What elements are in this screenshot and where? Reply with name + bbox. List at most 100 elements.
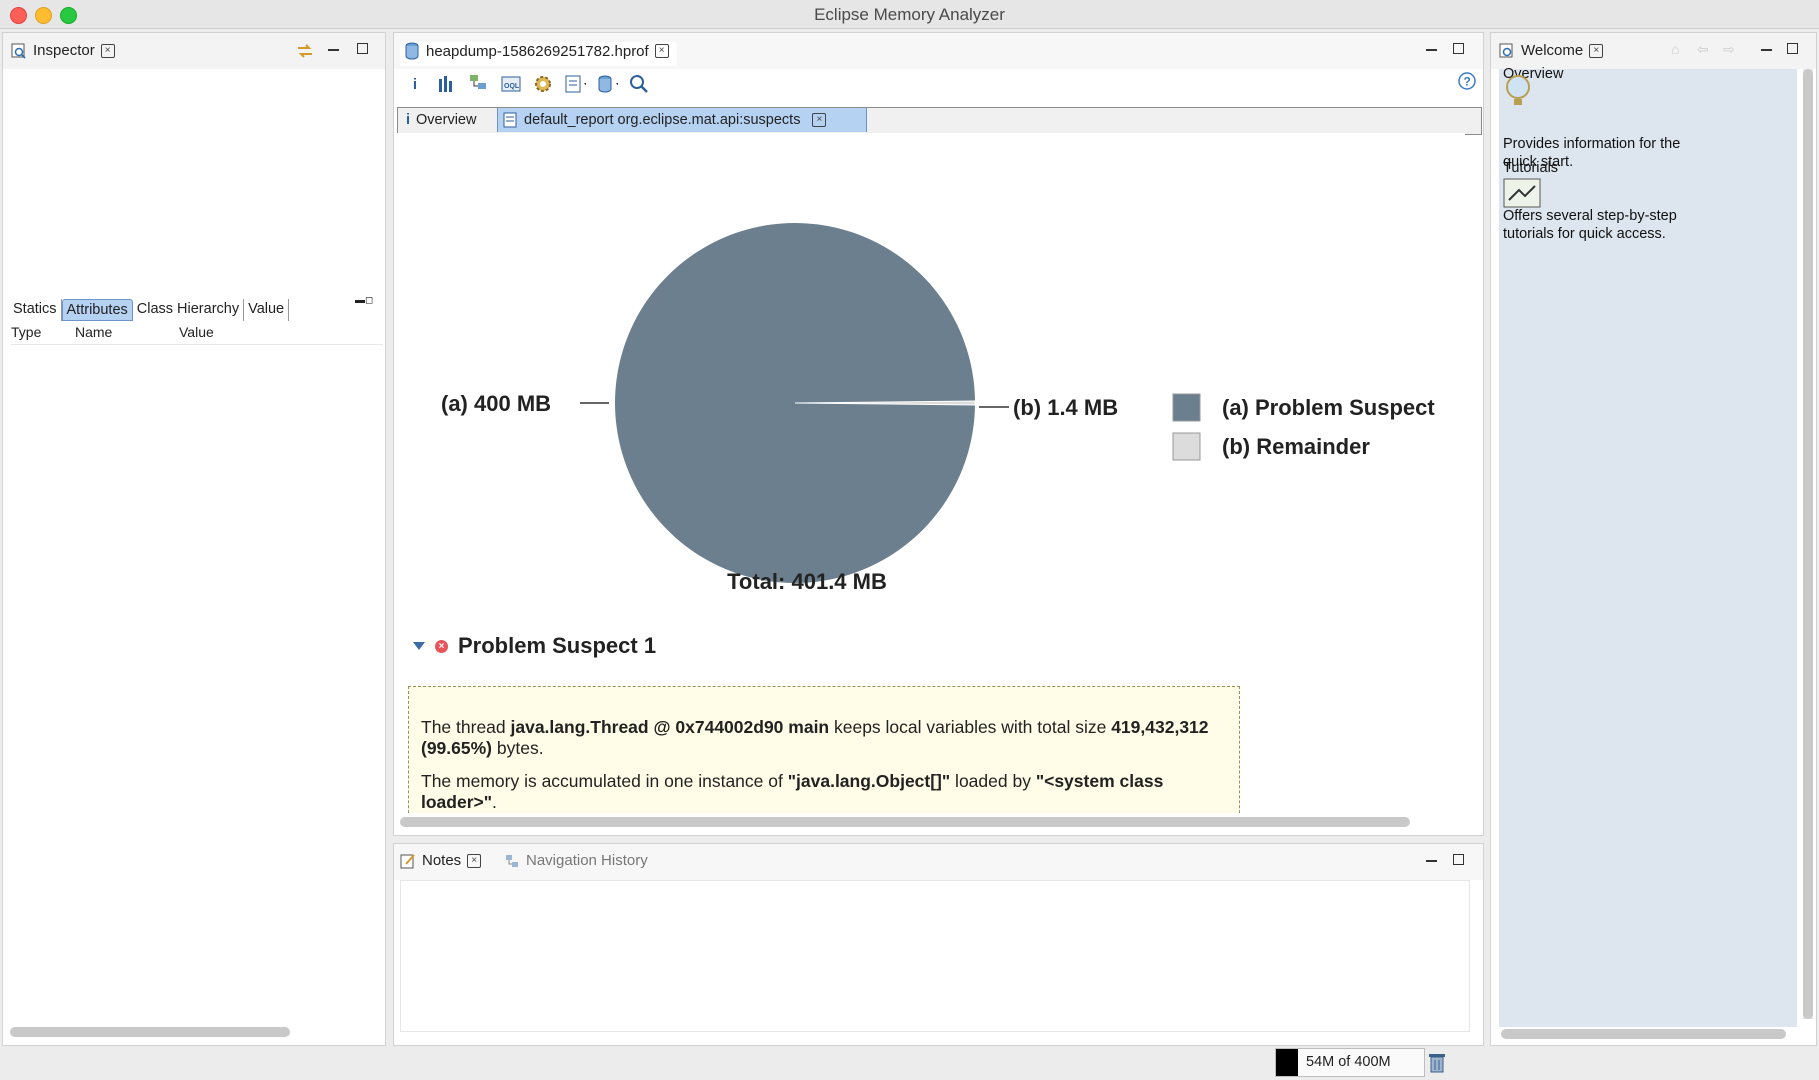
history-icon (506, 854, 518, 867)
overview-icon[interactable] (1503, 73, 1533, 107)
oql-icon[interactable]: OQL (500, 73, 522, 95)
notes-panel: Notes × Navigation History (393, 843, 1484, 1046)
inspector-tab-label: Inspector (33, 42, 95, 59)
welcome-icon (1499, 43, 1513, 57)
editor-subtabs: i Overview default_report org.eclipse.ma… (397, 107, 1482, 135)
expand-triangle-icon[interactable] (413, 642, 425, 650)
suspect-paragraph-1: The thread java.lang.Thread @ 0x744002d9… (421, 717, 1227, 759)
run-report-dropdown-icon[interactable] (564, 73, 586, 95)
minimize-icon[interactable] (1426, 852, 1437, 868)
inspector-subtabs: Statics Attributes Class Hierarchy Value (9, 299, 290, 321)
close-icon[interactable]: × (654, 44, 669, 58)
maximize-icon[interactable] (1453, 41, 1464, 57)
close-icon[interactable]: × (1589, 43, 1604, 58)
notes-tab[interactable]: Notes × (400, 852, 482, 869)
inspector-tab[interactable]: Inspector × (11, 42, 115, 59)
maximize-icon[interactable] (1787, 41, 1798, 57)
legend-swatch-0 (1172, 393, 1201, 422)
tab-value[interactable]: Value (244, 299, 290, 321)
editor-toolbar: i OQL (404, 71, 650, 97)
minimize-icon[interactable] (328, 41, 339, 57)
editor-tab-row: heapdump-1586269251782.hprof × (394, 33, 1483, 69)
window-titlebar: Eclipse Memory Analyzer (0, 0, 1819, 29)
welcome-tab[interactable]: Welcome × (1499, 42, 1604, 59)
garbage-collect-icon[interactable] (1429, 1052, 1445, 1074)
inspector-hscrollbar[interactable] (10, 1027, 290, 1037)
tab-default-report-label: default_report org.eclipse.mat.api:suspe… (524, 112, 801, 128)
info-icon[interactable]: i (404, 73, 426, 95)
slice-label-b: (b) 1.4 MB (1013, 395, 1118, 420)
minimize-icon[interactable] (1426, 41, 1437, 57)
welcome-tab-row: Welcome × ⌂ ⇦ ⇨ (1491, 33, 1816, 69)
window-title: Eclipse Memory Analyzer (814, 5, 1005, 24)
forward-icon[interactable]: ⇨ (1723, 41, 1735, 58)
tutorials-link[interactable]: Tutorials (1503, 159, 1558, 177)
heapdump-tab[interactable]: heapdump-1586269251782.hprof × (400, 42, 677, 66)
text: bytes. (492, 738, 544, 758)
tutorials-description: Offers several step-by-step tutorials fo… (1503, 208, 1677, 242)
tab-statics[interactable]: Statics (9, 299, 62, 321)
tab-default-report[interactable]: default_report org.eclipse.mat.api:suspe… (497, 108, 867, 132)
heap-status: 54M of 400M (1275, 1048, 1425, 1077)
help-icon[interactable]: ? (1457, 71, 1477, 91)
close-icon[interactable]: × (100, 43, 115, 58)
inspector-icon (11, 43, 26, 59)
minimize-icon[interactable] (1761, 41, 1772, 57)
suspect-paragraph-2: The memory is accumulated in one instanc… (421, 771, 1227, 813)
gear-icon[interactable] (532, 73, 554, 95)
home-icon[interactable]: ⌂ (1671, 41, 1679, 57)
svg-text:?: ? (1464, 75, 1471, 89)
class-name: "java.lang.Object[]" (787, 771, 951, 791)
tab-attributes[interactable]: Attributes (61, 299, 133, 321)
inspector-tab-row: Inspector × (3, 33, 385, 69)
text: The thread (421, 717, 511, 737)
navigation-history-label: Navigation History (526, 852, 648, 869)
link-with-editor-icon[interactable] (295, 42, 315, 60)
tab-overview[interactable]: i Overview (406, 108, 476, 132)
tab-class-hierarchy[interactable]: Class Hierarchy (133, 299, 245, 321)
text: loaded by (950, 771, 1036, 791)
heap-status-label: 54M of 400M (1306, 1054, 1391, 1070)
column-type[interactable]: Type (11, 324, 41, 340)
legend-swatch-1 (1172, 432, 1201, 461)
tutorials-icon[interactable] (1503, 178, 1541, 208)
chart-total-label: Total: 401.4 MB (727, 569, 887, 594)
close-icon[interactable]: × (812, 113, 827, 127)
column-value[interactable]: Value (179, 324, 214, 340)
close-icon[interactable]: × (467, 853, 482, 868)
column-name[interactable]: Name (75, 324, 112, 340)
notes-tab-row: Notes × Navigation History (394, 844, 1483, 880)
heap-dump-actions-dropdown-icon[interactable] (596, 73, 618, 95)
text: The memory is accumulated in one instanc… (421, 771, 788, 791)
welcome-vscrollbar[interactable] (1803, 69, 1813, 1019)
svg-text:OQL: OQL (504, 83, 520, 90)
welcome-hscrollbar[interactable] (1501, 1029, 1786, 1039)
problem-suspect-title: Problem Suspect 1 (458, 633, 657, 658)
problem-suspect-heading[interactable]: × Problem Suspect 1 (413, 633, 656, 659)
report-hscrollbar[interactable] (400, 817, 1410, 827)
slice-label-a: (a) 400 MB (441, 391, 551, 416)
dominator-tree-icon[interactable] (468, 73, 490, 95)
welcome-vscroll-track (1803, 69, 1813, 1019)
report-icon (503, 112, 517, 128)
search-icon[interactable] (628, 73, 650, 95)
histogram-icon[interactable] (436, 73, 458, 95)
error-icon: × (435, 639, 448, 653)
subview-minmax-icon[interactable]: ▬◻ (355, 295, 373, 306)
text: . (492, 792, 497, 812)
welcome-tab-label: Welcome (1521, 42, 1584, 59)
notes-icon (400, 853, 415, 868)
info-icon: i (406, 112, 411, 128)
navigation-history-tab[interactable]: Navigation History (504, 852, 648, 869)
legend-label-1: (b) Remainder (1222, 434, 1370, 459)
maximize-icon[interactable] (357, 41, 368, 57)
notes-text-area[interactable] (400, 880, 1470, 1032)
notes-tab-label: Notes (422, 852, 462, 869)
editor-panel: heapdump-1586269251782.hprof × i OQL ? i… (393, 32, 1484, 836)
legend-label-0: (a) Problem Suspect (1222, 395, 1435, 420)
back-icon[interactable]: ⇦ (1697, 41, 1709, 58)
maximize-icon[interactable] (1453, 852, 1464, 868)
problem-suspect-description: The thread java.lang.Thread @ 0x744002d9… (408, 686, 1240, 813)
thread-name[interactable]: java.lang.Thread @ 0x744002d90 main (511, 717, 830, 737)
report-content: (a) 400 MB (b) 1.4 MB (a) Problem Suspect (… (397, 133, 1465, 813)
